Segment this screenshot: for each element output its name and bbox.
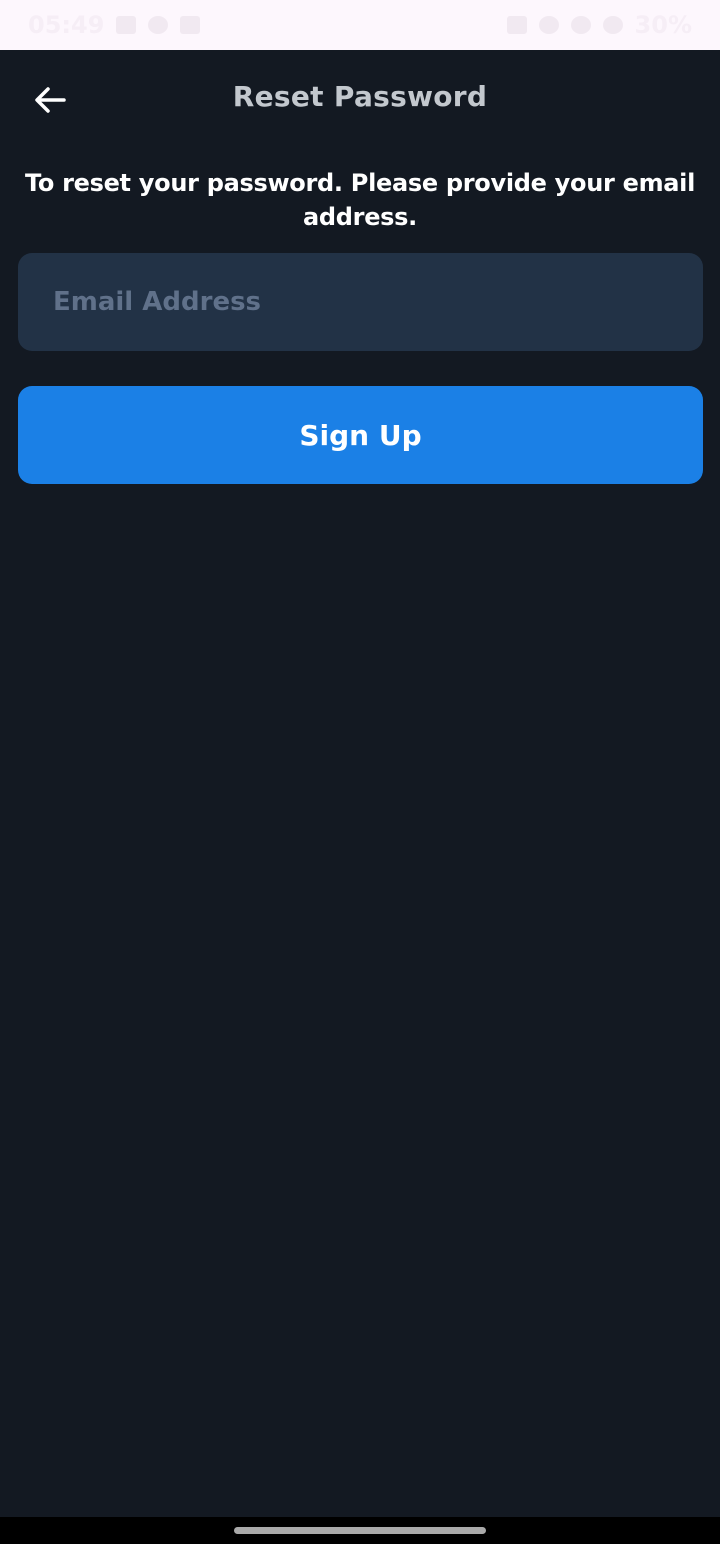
mute-icon bbox=[538, 16, 559, 34]
email-field[interactable] bbox=[18, 253, 703, 351]
app-bar: Reset Password bbox=[0, 50, 720, 150]
airplane-icon bbox=[602, 16, 623, 34]
sign-up-button[interactable]: Sign Up bbox=[18, 386, 703, 484]
navigation-bar bbox=[0, 1517, 720, 1544]
battery-percentage: 30% bbox=[634, 11, 692, 39]
page-title: Reset Password bbox=[232, 80, 488, 113]
mail-icon bbox=[180, 16, 201, 34]
notification-icon bbox=[148, 16, 169, 34]
status-bar-left: 05:49 bbox=[28, 11, 201, 39]
reset-password-screen: 05:49 30% Reset Password To reset your p… bbox=[0, 0, 720, 1544]
instructions-text: To reset your password. Please provide y… bbox=[24, 169, 696, 231]
status-bar-right: 30% bbox=[506, 11, 692, 39]
wifi-icon bbox=[570, 16, 591, 34]
home-indicator[interactable] bbox=[234, 1527, 486, 1534]
email-input[interactable] bbox=[53, 287, 703, 317]
status-bar: 05:49 30% bbox=[0, 0, 720, 50]
vibrate-icon bbox=[506, 16, 527, 34]
calendar-icon bbox=[116, 16, 137, 34]
status-time: 05:49 bbox=[28, 11, 105, 39]
